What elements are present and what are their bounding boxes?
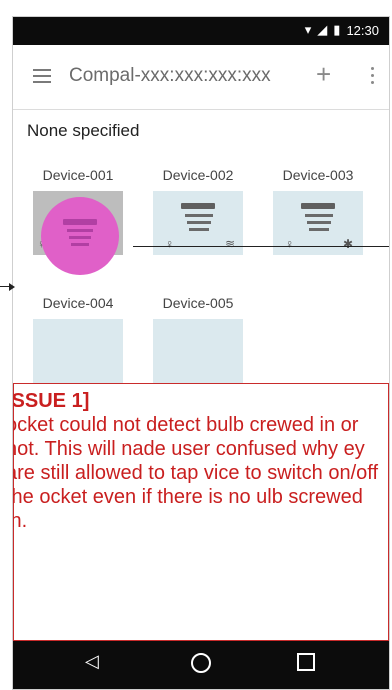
- recent-apps-icon[interactable]: [297, 653, 315, 671]
- more-icon[interactable]: [371, 67, 375, 88]
- wifi-icon: ≋: [224, 237, 235, 251]
- device-card-003[interactable]: Device-003 ♀ ✱: [271, 167, 365, 255]
- device-label: Device-002: [162, 167, 234, 183]
- device-tile[interactable]: [153, 319, 243, 383]
- bulb-graphic: [181, 203, 215, 209]
- device-tile[interactable]: [33, 319, 123, 383]
- home-icon[interactable]: [191, 653, 211, 673]
- time-text: 12:30: [346, 22, 379, 38]
- device-label: Device-004: [42, 295, 114, 311]
- app-bar: Compal-xxx:xxx:xxx:xxx +: [13, 45, 389, 110]
- status-icons: ▾ ◢ ▮ 12:30: [305, 22, 379, 38]
- device-label: Device-003: [282, 167, 354, 183]
- navigation-bar: ◁: [13, 635, 389, 689]
- device-label: Device-005: [162, 295, 234, 311]
- issue-text: ocket could not detect bulb crewed in or…: [12, 414, 379, 532]
- phone-screen: ▾ ◢ ▮ 12:30 Compal-xxx:xxx:xxx:xxx + Non…: [12, 16, 390, 690]
- annotation-arrow: [133, 246, 389, 247]
- add-icon[interactable]: +: [316, 59, 331, 90]
- bulb-icon: ♀: [165, 237, 174, 251]
- bulb-icon: ♀: [285, 237, 294, 251]
- section-title: None specified: [27, 121, 140, 140]
- page-title: Compal-xxx:xxx:xxx:xxx: [69, 65, 271, 86]
- arrow-head-icon: [9, 283, 15, 291]
- bulb-graphic: [301, 203, 335, 209]
- wifi-icon: ▾: [304, 22, 312, 37]
- issue-title: ISSUE 1]: [12, 390, 90, 412]
- device-card-004[interactable]: Device-004: [31, 295, 125, 383]
- device-card-002[interactable]: Device-002 ♀ ≋: [151, 167, 245, 255]
- bluetooth-icon: ✱: [342, 237, 353, 251]
- status-bar: ▾ ◢ ▮ 12:30: [13, 17, 389, 45]
- device-card-005[interactable]: Device-005: [151, 295, 245, 383]
- back-icon[interactable]: ◁: [85, 651, 99, 672]
- tap-indicator: [41, 197, 119, 275]
- issue-annotation: ISSUE 1] ocket could not detect bulb cre…: [13, 383, 389, 641]
- device-label: Device-001: [42, 167, 114, 183]
- signal-icon: ◢: [317, 22, 328, 37]
- menu-icon[interactable]: [33, 69, 51, 83]
- battery-icon: ▮: [333, 22, 341, 37]
- bulb-graphic: [63, 219, 97, 225]
